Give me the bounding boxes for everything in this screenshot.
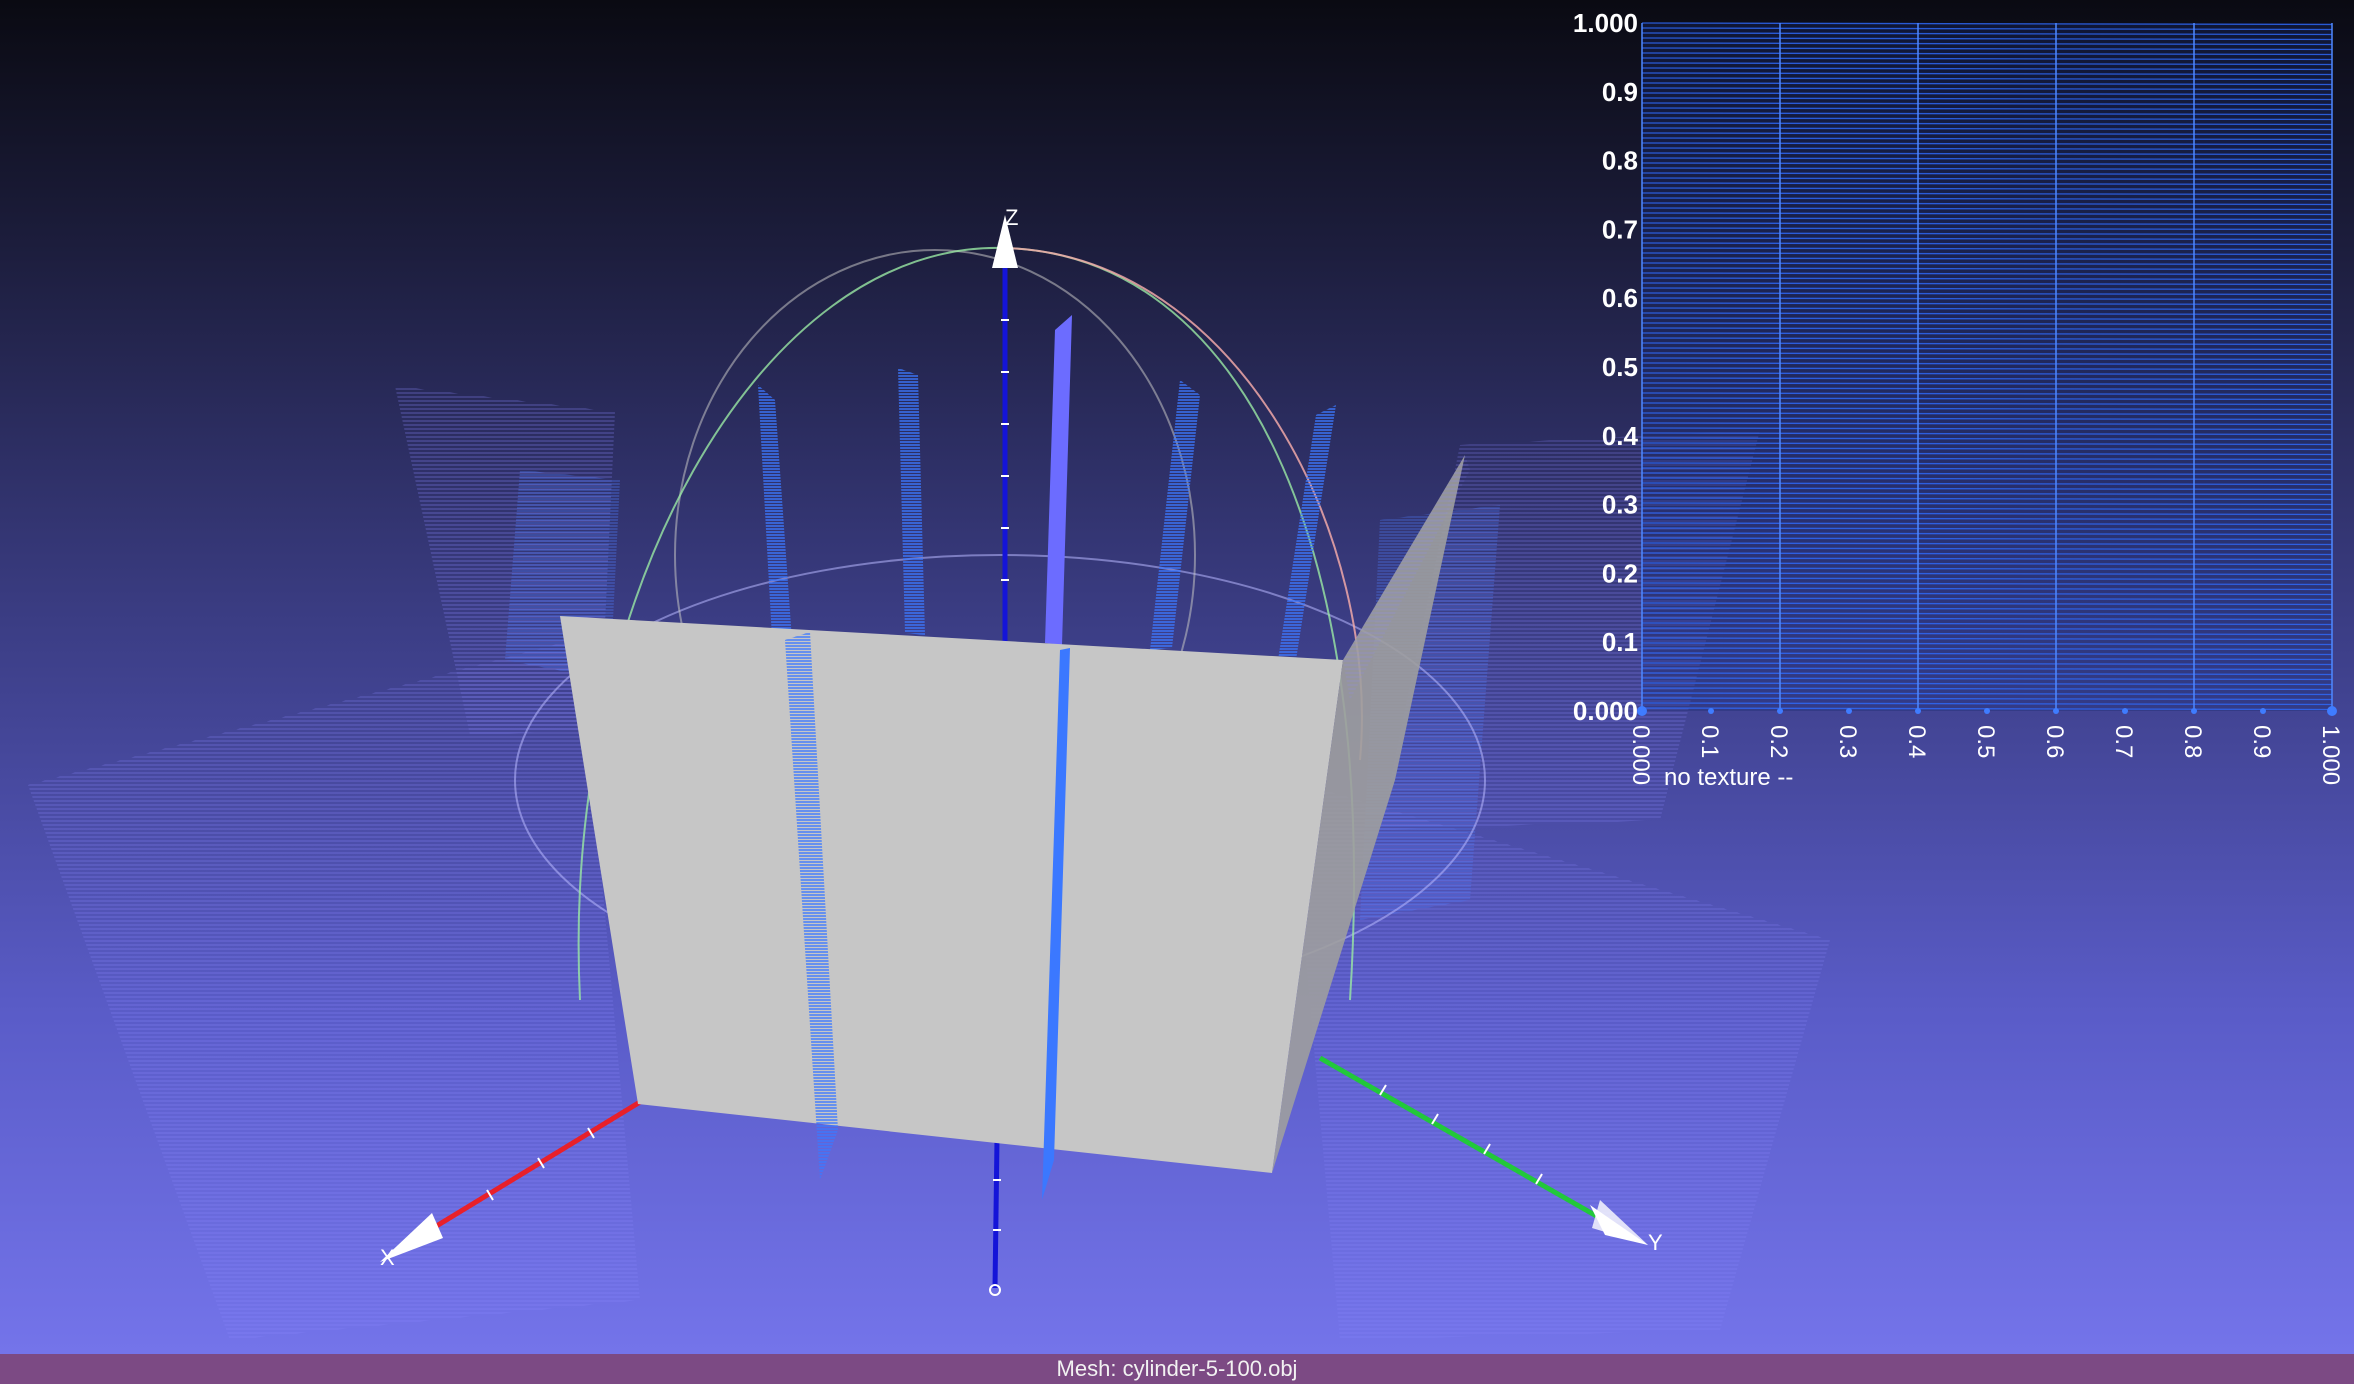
3d-viewport[interactable]: Z X Y 1.000 0.9 0.8 0.7 0.6 0.5 0.4 0.3 0.2 0.1 0.… xyxy=(0,0,2354,1354)
uv-x-tick-mark xyxy=(1915,708,1921,714)
uv-y-tick-label: 0.2 xyxy=(1602,558,1638,588)
uv-x-tick-label: 0.1 xyxy=(1696,725,1723,758)
uv-x-tick-label: 0.000 xyxy=(1627,725,1654,785)
uv-x-tick-mark xyxy=(1777,708,1783,714)
uv-x-tick-label: 0.6 xyxy=(2041,725,2068,758)
uv-x-tick-mark xyxy=(1846,708,1852,714)
y-axis-label: Y xyxy=(1648,1230,1663,1255)
uv-x-tick-label: 1.000 xyxy=(2317,725,2344,785)
uv-y-tick-label: 1.000 xyxy=(1573,8,1638,38)
uv-x-tick-mark xyxy=(1637,706,1647,716)
status-mesh-name: Mesh: cylinder-5-100.obj xyxy=(1056,1356,1298,1381)
uv-x-tick-mark xyxy=(2327,706,2337,716)
uv-x-tick-mark xyxy=(2053,708,2059,714)
uv-x-tick-label: 0.9 xyxy=(2248,725,2275,758)
uv-y-tick-label: 0.4 xyxy=(1602,421,1639,451)
uv-y-tick-label: 0.000 xyxy=(1573,696,1638,726)
z-axis-label: Z xyxy=(1005,205,1018,230)
uv-y-axis: 1.000 0.9 0.8 0.7 0.6 0.5 0.4 0.3 0.2 0.1 0.000 xyxy=(1573,8,1639,726)
uv-y-tick-label: 0.6 xyxy=(1602,283,1638,313)
uv-x-tick-mark xyxy=(2122,708,2128,714)
uv-x-tick-mark xyxy=(2260,708,2266,714)
no-texture-label: no texture -- xyxy=(1664,764,1793,791)
uv-x-tick-mark xyxy=(1984,708,1990,714)
uv-x-tick-label: 0.2 xyxy=(1765,725,1792,758)
uv-x-tick-label: 0.8 xyxy=(2179,725,2206,758)
uv-x-tick-label: 0.4 xyxy=(1903,725,1930,758)
status-bar: Mesh: cylinder-5-100.obj xyxy=(0,1354,2354,1384)
cylinder-strips-back xyxy=(758,315,1336,660)
uv-x-tick-label: 0.3 xyxy=(1834,725,1861,758)
uv-y-tick-label: 0.5 xyxy=(1602,352,1638,382)
uv-y-tick-label: 0.8 xyxy=(1602,146,1638,176)
uv-x-tick-mark xyxy=(1708,708,1714,714)
uv-y-tick-label: 0.3 xyxy=(1602,490,1638,520)
uv-x-tick-label: 0.7 xyxy=(2110,725,2137,758)
uv-x-tick-label: 0.5 xyxy=(1972,725,1999,758)
uv-y-tick-label: 0.1 xyxy=(1602,627,1638,657)
uv-y-tick-label: 0.7 xyxy=(1602,214,1638,244)
uv-y-tick-label: 0.9 xyxy=(1602,77,1638,107)
uv-x-tick-mark xyxy=(2191,708,2197,714)
uv-panel: 1.000 0.9 0.8 0.7 0.6 0.5 0.4 0.3 0.2 0.1 0.000 0.… xyxy=(1573,8,2344,791)
x-axis-label: X xyxy=(380,1245,395,1270)
